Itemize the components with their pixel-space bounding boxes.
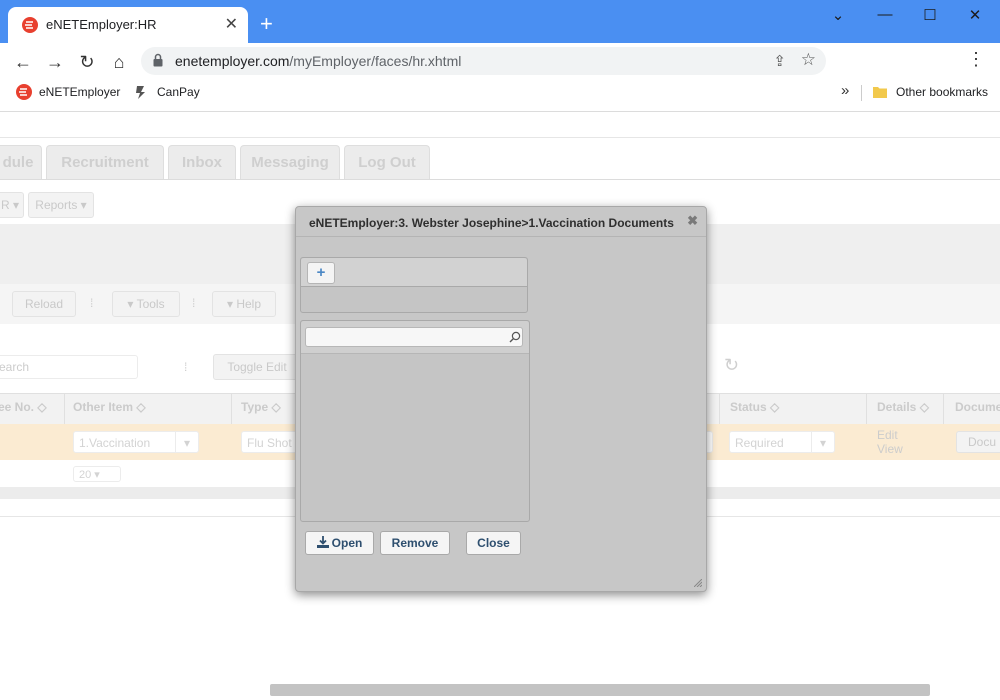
col-divider	[64, 394, 65, 424]
toggle-edit-button[interactable]: Toggle Edit	[213, 354, 301, 380]
help-button[interactable]: ▾ Help	[212, 291, 276, 317]
grid-search-input[interactable]: earch	[0, 355, 138, 379]
column-document[interactable]: Docume	[955, 400, 1000, 414]
details-view-link[interactable]: View	[877, 442, 903, 456]
dialog-close-icon[interactable]: ✖	[687, 213, 698, 229]
add-file-button[interactable]: +	[307, 262, 335, 284]
upload-toolbar: +	[301, 258, 527, 287]
nav-tab-schedule[interactable]: dule	[0, 145, 42, 180]
type-select[interactable]: Flu Shot	[241, 431, 297, 453]
chevron-down-icon[interactable]: ⌄	[818, 6, 858, 24]
search-separator: ⁞	[184, 360, 188, 374]
horizontal-scrollbar[interactable]	[270, 684, 930, 696]
column-type[interactable]: Type ◇	[241, 400, 281, 414]
bookmarks-bar	[0, 79, 1000, 112]
bookmarks-divider	[861, 85, 862, 101]
url-text: enetemployer.com/myEmployer/faces/hr.xht…	[175, 53, 462, 69]
bookmarks-overflow-icon[interactable]: »	[841, 82, 849, 99]
folder-icon	[873, 87, 887, 98]
enet-favicon-icon	[22, 17, 38, 33]
document-list-panel	[300, 320, 530, 522]
bookmark-canpay[interactable]: CanPay	[157, 85, 200, 99]
dialog-title-separator	[296, 236, 706, 237]
tab-title: eNETEmployer:HR	[46, 17, 157, 32]
page-divider	[0, 137, 1000, 138]
other-bookmarks[interactable]: Other bookmarks	[896, 85, 988, 99]
search-icon	[509, 331, 521, 343]
dialog-title: eNETEmployer:3. Webster Josephine>1.Vacc…	[309, 216, 674, 230]
toolbar-separator-2: ⁞	[192, 296, 196, 310]
page-size-select[interactable]: 20 ▾	[73, 466, 121, 482]
document-search-input[interactable]	[305, 327, 523, 347]
resize-handle-icon[interactable]	[694, 579, 702, 587]
minimize-icon[interactable]: —	[865, 6, 905, 23]
close-window-icon[interactable]: ✕	[955, 6, 995, 24]
remove-button[interactable]: Remove	[380, 531, 450, 555]
kebab-menu-icon[interactable]: ⋮	[966, 49, 986, 70]
enet-bookmark-icon	[16, 84, 32, 100]
reload-button[interactable]: Reload	[12, 291, 76, 317]
back-arrow-icon[interactable]: ←	[10, 49, 36, 75]
canpay-bookmark-icon	[136, 86, 145, 99]
nav-tab-inbox[interactable]: Inbox	[168, 145, 236, 180]
nav-tab-logout[interactable]: Log Out	[344, 145, 430, 180]
details-edit-link[interactable]: Edit	[877, 428, 898, 442]
column-status[interactable]: Status ◇	[730, 400, 779, 414]
nav-tabs-baseline	[0, 179, 1000, 180]
col-divider	[719, 394, 720, 424]
reload-icon[interactable]: ↻	[74, 49, 100, 75]
submenu-hr[interactable]: R ▾	[0, 192, 24, 218]
col-divider	[943, 394, 944, 424]
vaccination-documents-dialog: eNETEmployer:3. Webster Josephine>1.Vacc…	[295, 206, 707, 592]
toolbar-separator: ⁞	[90, 296, 94, 310]
forward-arrow-icon[interactable]: →	[42, 49, 68, 75]
download-icon	[316, 536, 329, 548]
open-button[interactable]: Open	[305, 531, 374, 555]
home-icon[interactable]: ⌂	[106, 49, 132, 75]
share-icon[interactable]: ⇪	[773, 52, 786, 70]
refresh-icon[interactable]: ↻	[724, 355, 739, 376]
lock-icon	[153, 53, 163, 67]
nav-tab-recruitment[interactable]: Recruitment	[46, 145, 164, 180]
address-bar[interactable]: enetemployer.com/myEmployer/faces/hr.xht…	[141, 47, 826, 75]
browser-tab[interactable]: eNETEmployer:HR ✕	[8, 7, 248, 43]
document-button[interactable]: Docu	[956, 431, 1000, 453]
new-tab-button[interactable]: +	[260, 11, 273, 37]
star-icon[interactable]: ☆	[801, 50, 816, 70]
status-select[interactable]: Required ▾	[729, 431, 835, 453]
nav-tab-messaging[interactable]: Messaging	[240, 145, 340, 180]
close-button[interactable]: Close	[466, 531, 521, 555]
bookmark-enetemployer[interactable]: eNETEmployer	[39, 85, 120, 99]
column-details[interactable]: Details ◇	[877, 400, 929, 414]
tab-close-icon[interactable]: ✕	[225, 14, 238, 34]
document-list-header	[301, 321, 529, 354]
col-divider	[231, 394, 232, 424]
col-divider	[866, 394, 867, 424]
file-upload-panel: +	[300, 257, 528, 313]
column-other-item[interactable]: Other Item ◇	[73, 400, 146, 414]
column-employee-no[interactable]: ee No. ◇	[0, 400, 47, 414]
tools-button[interactable]: ▾ Tools	[112, 291, 180, 317]
submenu-reports[interactable]: Reports ▾	[28, 192, 94, 218]
grid-search-placeholder: earch	[0, 360, 30, 374]
maximize-icon[interactable]: ☐	[910, 6, 950, 24]
other-item-select[interactable]: 1.Vaccination ▾	[73, 431, 199, 453]
